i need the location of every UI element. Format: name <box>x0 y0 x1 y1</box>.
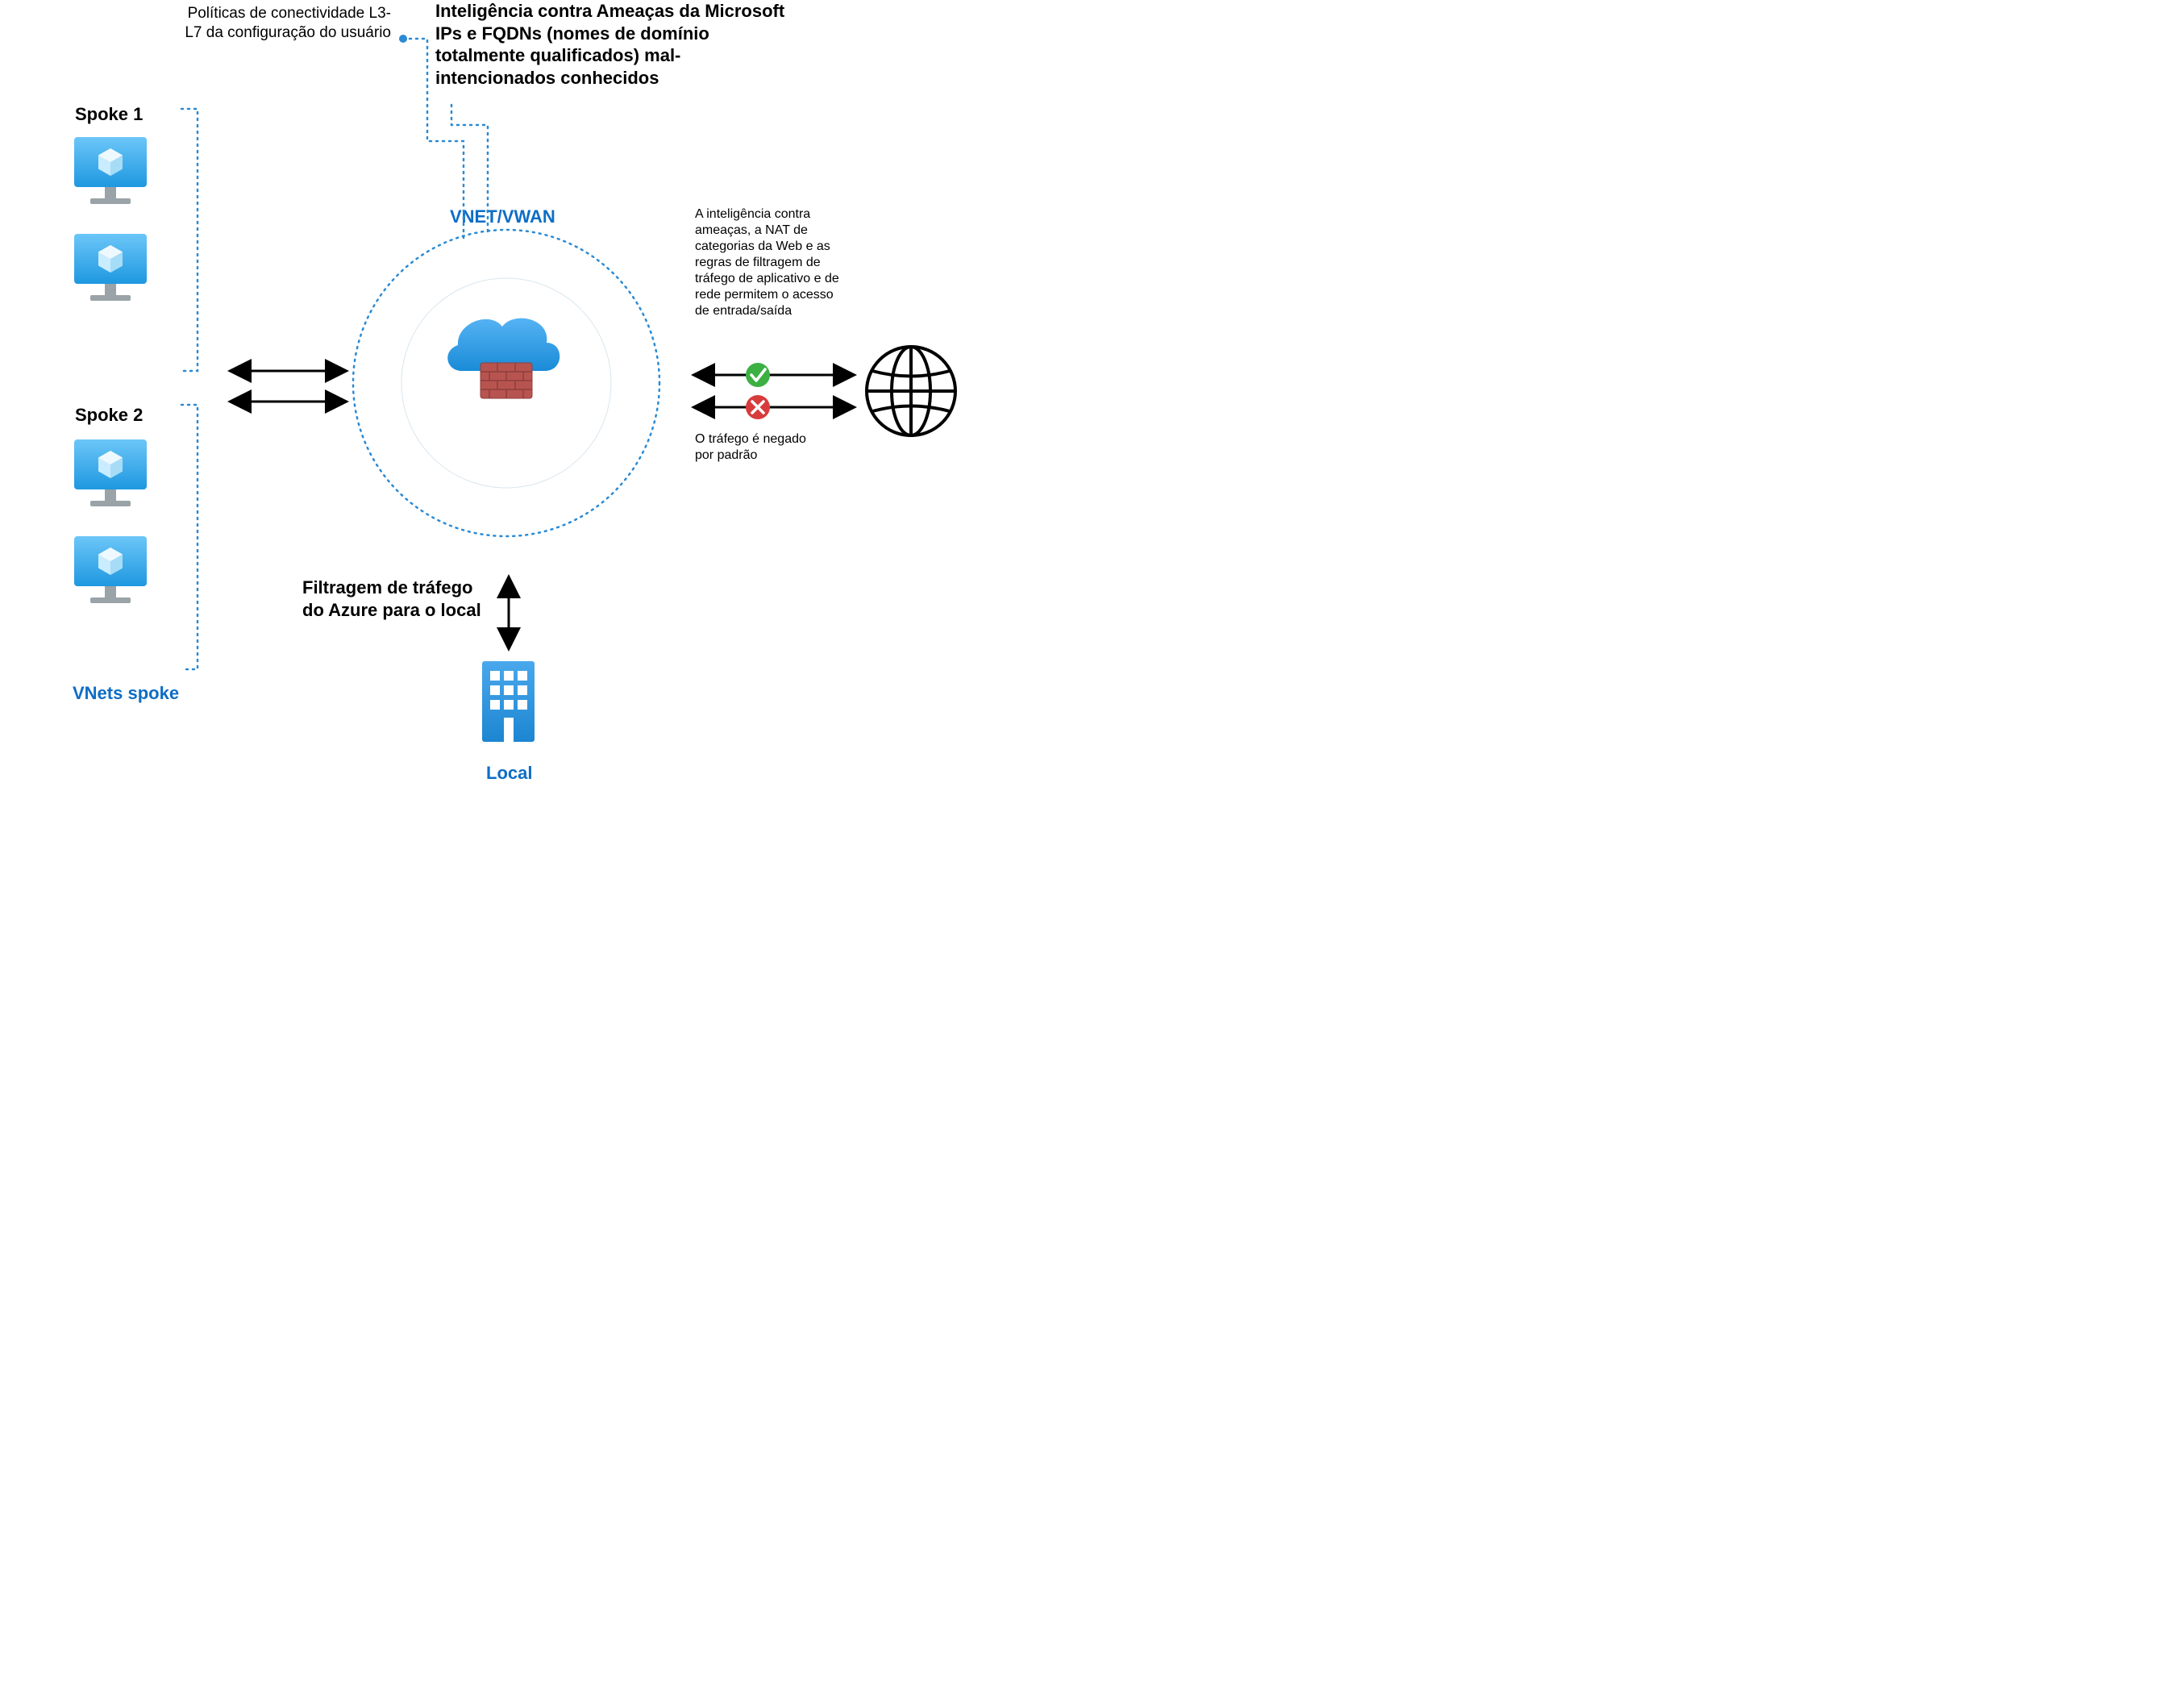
vm-icon-4 <box>74 536 147 603</box>
vm-icon-2 <box>74 234 147 301</box>
policies-dot <box>399 35 407 43</box>
globe-icon <box>867 347 955 435</box>
cross-icon <box>746 395 770 419</box>
policies-connector <box>403 39 427 105</box>
check-icon <box>746 363 770 387</box>
spoke2-bracket <box>181 405 198 669</box>
diagram-canvas: Políticas de conectividade L3-L7 da conf… <box>0 0 1032 806</box>
vm-icon-3 <box>74 439 147 506</box>
diagram-svg <box>0 0 1032 806</box>
threat-connector-2 <box>451 105 488 234</box>
spoke1-bracket <box>181 109 198 371</box>
building-icon <box>482 661 535 742</box>
vm-icon-1 <box>74 137 147 204</box>
